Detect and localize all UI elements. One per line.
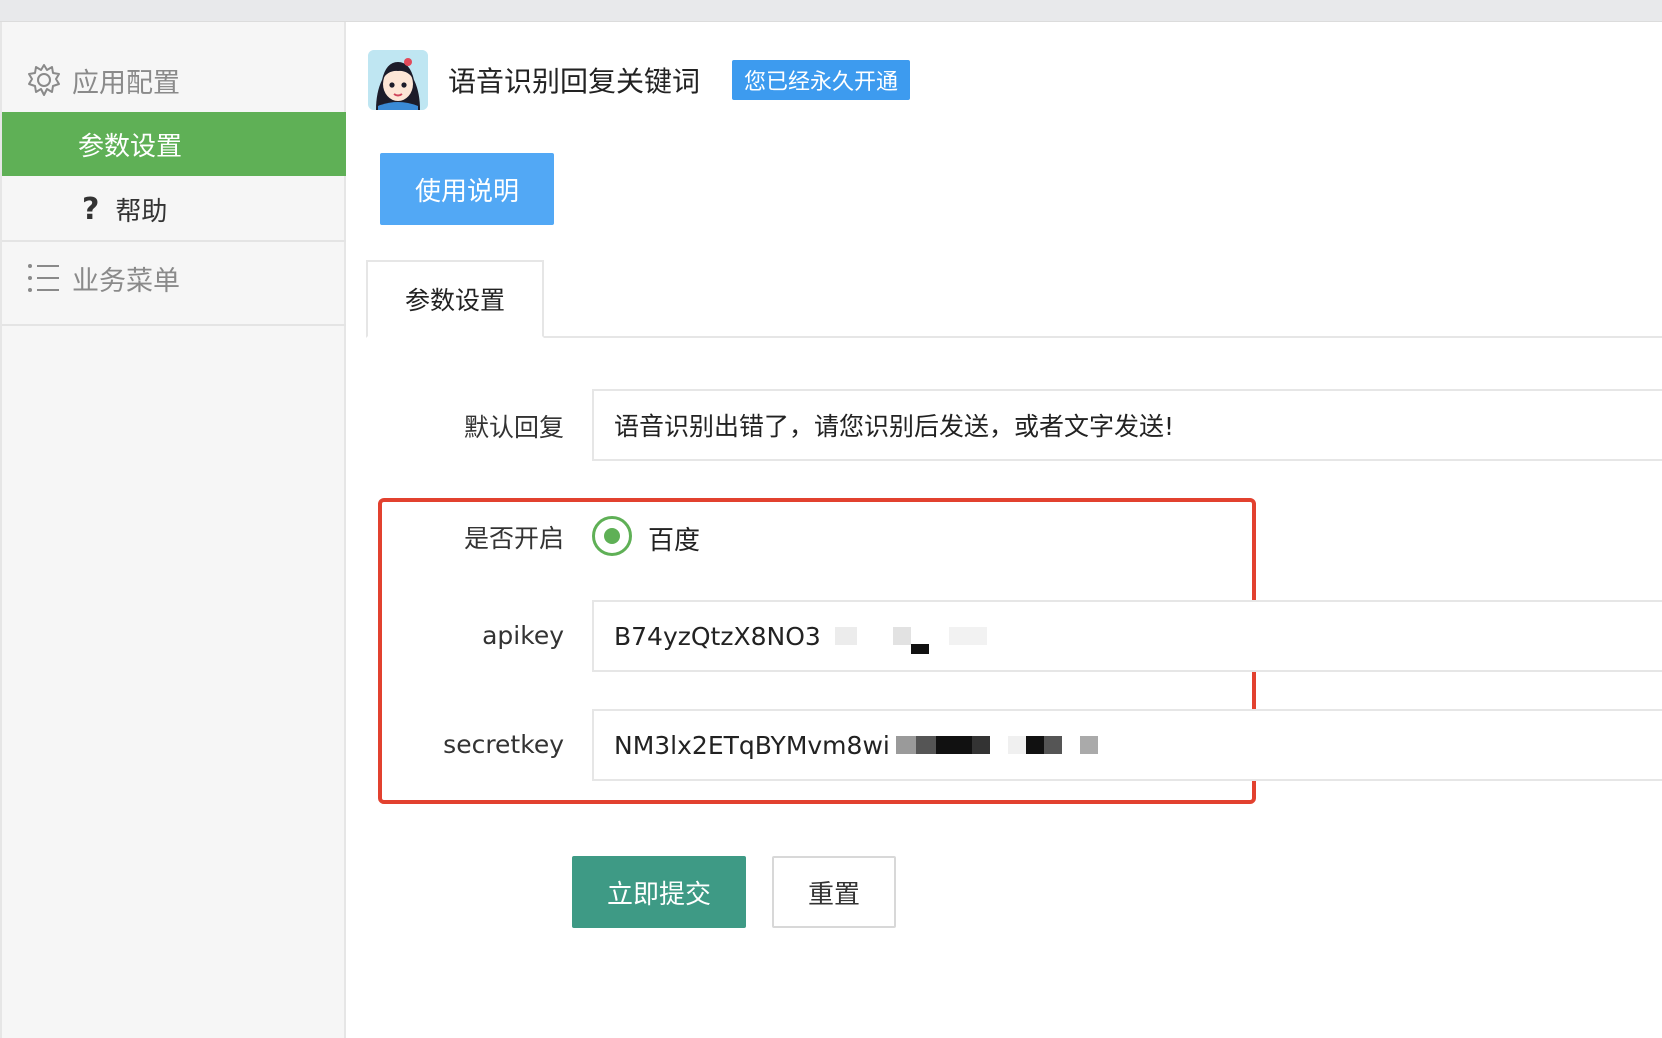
default-reply-label: 默认回复 [463,413,564,442]
redaction-mask [915,736,936,754]
sidebar-section-label: 业务菜单 [72,265,180,297]
sidebar-item-label: 参数设置 [78,131,183,162]
redaction-mask [910,644,929,654]
submit-button[interactable]: 立即提交 [572,856,746,928]
app-avatar [368,50,428,110]
baidu-radio-label[interactable]: 百度 [648,520,700,557]
apikey-input[interactable]: B74yzQtzX8NO3 [592,600,1662,672]
sidebar-divider [2,240,346,242]
gear-icon [24,60,64,100]
default-reply-input[interactable]: 语音识别出错了，请您识别后发送，或者文字发送! [592,389,1662,461]
baidu-radio[interactable] [592,516,632,556]
redaction-mask [895,736,916,754]
sidebar-item-label: 帮助 [115,196,168,227]
usage-guide-button[interactable]: 使用说明 [380,153,554,225]
apikey-value: B74yzQtzX8NO3 [614,621,821,651]
tab-params[interactable]: 参数设置 [366,260,544,338]
redaction-mask [948,627,987,645]
redaction-mask [971,736,990,754]
redaction-mask [834,627,857,645]
redaction-mask [935,736,972,754]
list-icon [24,258,64,298]
radio-dot [604,528,620,544]
secretkey-value: NM3lx2ETqBYMvm8wi [614,730,890,760]
sidebar-section-business-menu[interactable]: 业务菜单 [2,256,346,300]
redaction-mask [1079,736,1098,754]
sidebar-item-params[interactable]: 参数设置 [2,112,346,176]
sidebar-item-help[interactable]: ? 帮助 [2,177,346,241]
redaction-mask [892,627,911,645]
secretkey-label: secretkey [443,730,564,759]
redaction-mask [1007,736,1026,754]
sidebar-section-label: 应用配置 [72,67,180,99]
secretkey-input[interactable]: NM3lx2ETqBYMvm8wi [592,709,1662,781]
apikey-label: apikey [482,621,564,650]
browser-top-bar [0,0,1662,22]
redaction-mask [1025,736,1044,754]
app-title: 语音识别回复关键词 [448,65,701,98]
reset-button[interactable]: 重置 [772,856,896,928]
sidebar-section-app-config[interactable]: 应用配置 [2,58,346,102]
status-badge: 您已经永久开通 [732,60,911,100]
app-header: 语音识别回复关键词 您已经永久开通 [368,50,911,110]
tab-bar [366,336,1662,338]
question-icon: ? [82,191,100,227]
redaction-mask [1043,736,1062,754]
sidebar-divider [2,324,346,326]
main-content: 语音识别回复关键词 您已经永久开通 使用说明 参数设置 默认回复 语音识别出错了… [348,22,1662,1038]
enable-label: 是否开启 [463,524,564,553]
sidebar: 应用配置 参数设置 ? 帮助 业务菜单 [0,22,346,1038]
